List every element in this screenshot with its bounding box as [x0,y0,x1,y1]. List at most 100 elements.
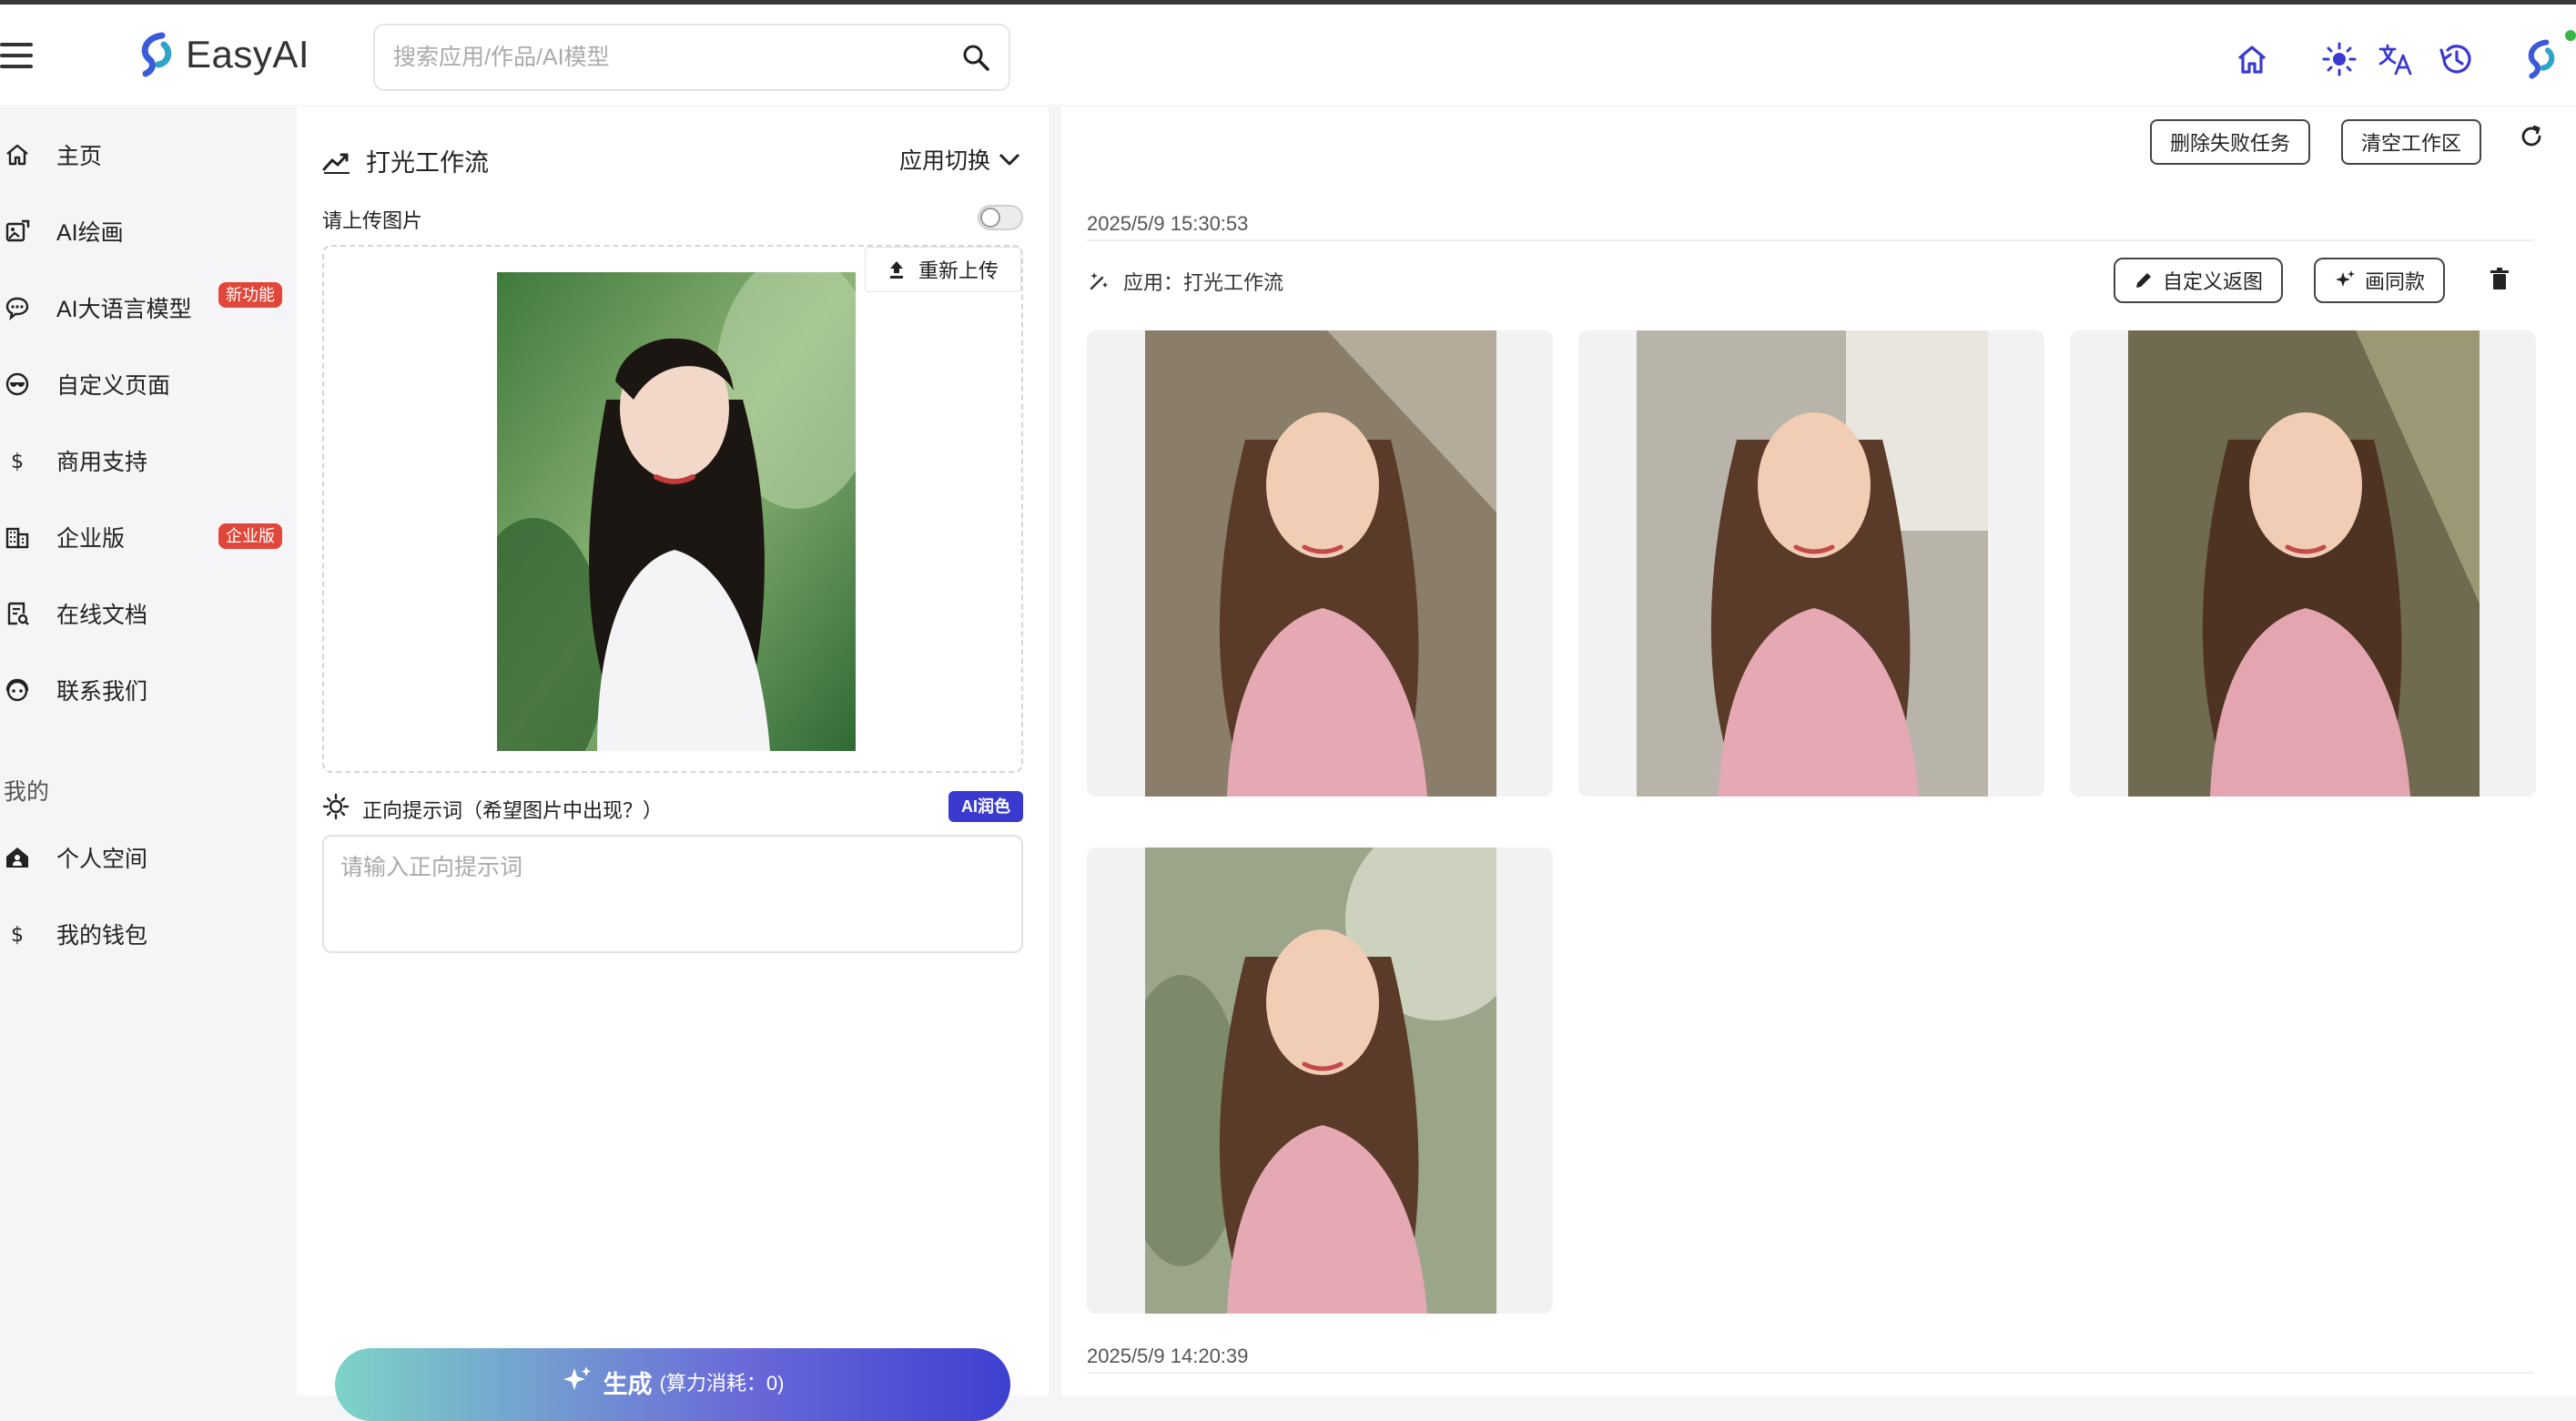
upload-toggle-switch[interactable] [978,205,1023,230]
chat-icon [5,297,29,320]
task-divider [1087,239,2534,241]
workflow-title: 打光工作流 [366,149,489,177]
refresh-icon[interactable] [2518,123,2545,150]
magic-wand-icon [1090,272,1108,290]
image-upload-area[interactable]: 重新上传 [322,245,1023,773]
toggle-knob [980,208,1000,228]
result-image-card[interactable] [2070,330,2536,797]
document-icon [7,602,29,625]
trending-icon [322,153,350,174]
avatar-logo-icon[interactable] [2521,39,2561,79]
positive-prompt-label: 正向提示词（希望图片中出现？） [362,799,664,822]
app-switch-dropdown[interactable]: 应用切换 [899,143,1021,176]
result-image-card[interactable] [1578,330,2044,797]
support-icon [5,678,29,702]
sidebar-item-label: 在线文档 [56,603,148,628]
delete-failed-tasks-button[interactable]: 删除失败任务 [2150,119,2311,165]
logo-icon [141,32,172,77]
sidebar-item-label: AI绘画 [56,220,124,246]
svg-text:$: $ [11,924,24,947]
history-icon[interactable] [2436,39,2476,79]
workspace-panel: 删除失败任务 清空工作区 2025/5/9 15:30:53 应用：打光工作流 … [1061,107,2576,1396]
sidebar: 主页 AI绘画 AI大语言模型 新功能 自定义页面 $ 商用支持 企业版 企业版… [0,105,296,1396]
search-input[interactable] [393,44,961,71]
sidebar-item-custom-page[interactable]: 自定义页面 [0,352,296,416]
sidebar-item-commercial[interactable]: $ 商用支持 [0,429,296,492]
ai-polish-button[interactable]: AI润色 [948,791,1023,822]
menu-icon[interactable] [0,43,33,68]
delete-failed-label: 删除失败任务 [2170,132,2291,155]
same-style-label: 画同款 [2365,270,2426,293]
dollar-icon: $ [11,451,24,473]
search-icon[interactable] [961,43,990,72]
sparkle-icon [563,1366,591,1390]
building-icon [5,527,29,549]
custom-return-image-button[interactable]: 自定义返图 [2114,258,2284,303]
theme-sun-icon[interactable] [2319,39,2359,79]
generate-label: 生成 [603,1371,653,1398]
sidebar-item-label: 商用支持 [56,450,148,475]
workflow-form-panel: 打光工作流 应用切换 请上传图片 重新上传 正向提示词（希望图片中出现？） AI… [297,107,1049,1421]
sidebar-item-contact[interactable]: 联系我们 [0,658,296,722]
section-title-mine: 我的 [4,779,50,805]
result-portrait-image [2128,330,2480,797]
generate-cost: (算力消耗：0) [659,1372,785,1395]
sidebar-item-label: 自定义页面 [56,373,171,399]
task-timestamp: 2025/5/9 15:30:53 [1087,212,1249,235]
pencil-icon [2136,273,2151,288]
reupload-button[interactable]: 重新上传 [864,247,1021,292]
sidebar-item-home[interactable]: 主页 [0,123,296,187]
app-switch-label: 应用切换 [898,148,990,174]
positive-prompt-header: 正向提示词（希望图片中出现？） AI润色 [322,791,1023,824]
result-image-card[interactable] [1087,330,1553,797]
search-bar[interactable] [373,24,1010,91]
svg-text:$: $ [11,451,24,473]
sidebar-item-label: 联系我们 [56,679,148,705]
header-actions [2221,30,2576,79]
enterprise-badge: 企业版 [218,523,282,549]
result-image-card[interactable] [1087,848,1553,1314]
sidebar-item-llm[interactable]: AI大语言模型 新功能 [0,276,296,340]
online-status-dot [2565,30,2576,41]
sun-icon [322,793,350,820]
clear-workspace-button[interactable]: 清空工作区 [2341,119,2482,165]
upload-label: 请上传图片 [322,209,423,232]
result-portrait-image [1145,330,1496,797]
uploaded-portrait-image [497,272,856,751]
home-icon [6,144,28,166]
positive-prompt-input[interactable] [322,835,1023,953]
new-feature-badge: 新功能 [218,282,282,308]
result-portrait-image [1145,848,1496,1314]
chevron-down-icon [999,153,1020,166]
sidebar-item-ai-painting[interactable]: AI绘画 [0,199,296,263]
translate-icon[interactable] [2376,39,2416,79]
sidebar-item-docs[interactable]: 在线文档 [0,582,296,645]
dollar-icon: $ [11,924,24,947]
task-divider [1087,1372,2534,1374]
sidebar-item-personal-space[interactable]: 个人空间 [0,826,296,889]
trash-icon[interactable] [2487,267,2512,292]
sidebar-item-label: 我的钱包 [56,923,148,949]
result-portrait-image [1637,330,1988,797]
clear-workspace-label: 清空工作区 [2361,132,2462,155]
task-timestamp: 2025/5/9 14:20:39 [1087,1345,1249,1367]
generate-button[interactable]: 生成 (算力消耗：0) [335,1348,1010,1421]
reupload-label: 重新上传 [918,259,999,282]
sparkle-icon [2336,270,2355,287]
home-icon[interactable] [2232,39,2272,79]
task-app-info: 应用：打光工作流 [1087,267,1283,296]
sidebar-item-label: 企业版 [56,526,126,552]
sidebar-item-wallet[interactable]: $ 我的钱包 [0,902,296,966]
task-app-label: 应用：打光工作流 [1123,271,1284,294]
draw-same-style-button[interactable]: 画同款 [2314,258,2446,303]
panel-header: 打光工作流 [322,143,489,178]
custom-return-label: 自定义返图 [2163,270,2264,293]
sidebar-item-enterprise[interactable]: 企业版 企业版 [0,505,296,569]
person-home-icon [6,848,28,868]
top-header: EasyAI [0,5,2576,105]
sidebar-item-label: 主页 [56,144,103,169]
upload-icon [889,261,903,279]
mask-icon [5,372,29,396]
sidebar-item-label: 个人空间 [56,847,148,872]
app-logo[interactable]: EasyAI [137,32,309,77]
